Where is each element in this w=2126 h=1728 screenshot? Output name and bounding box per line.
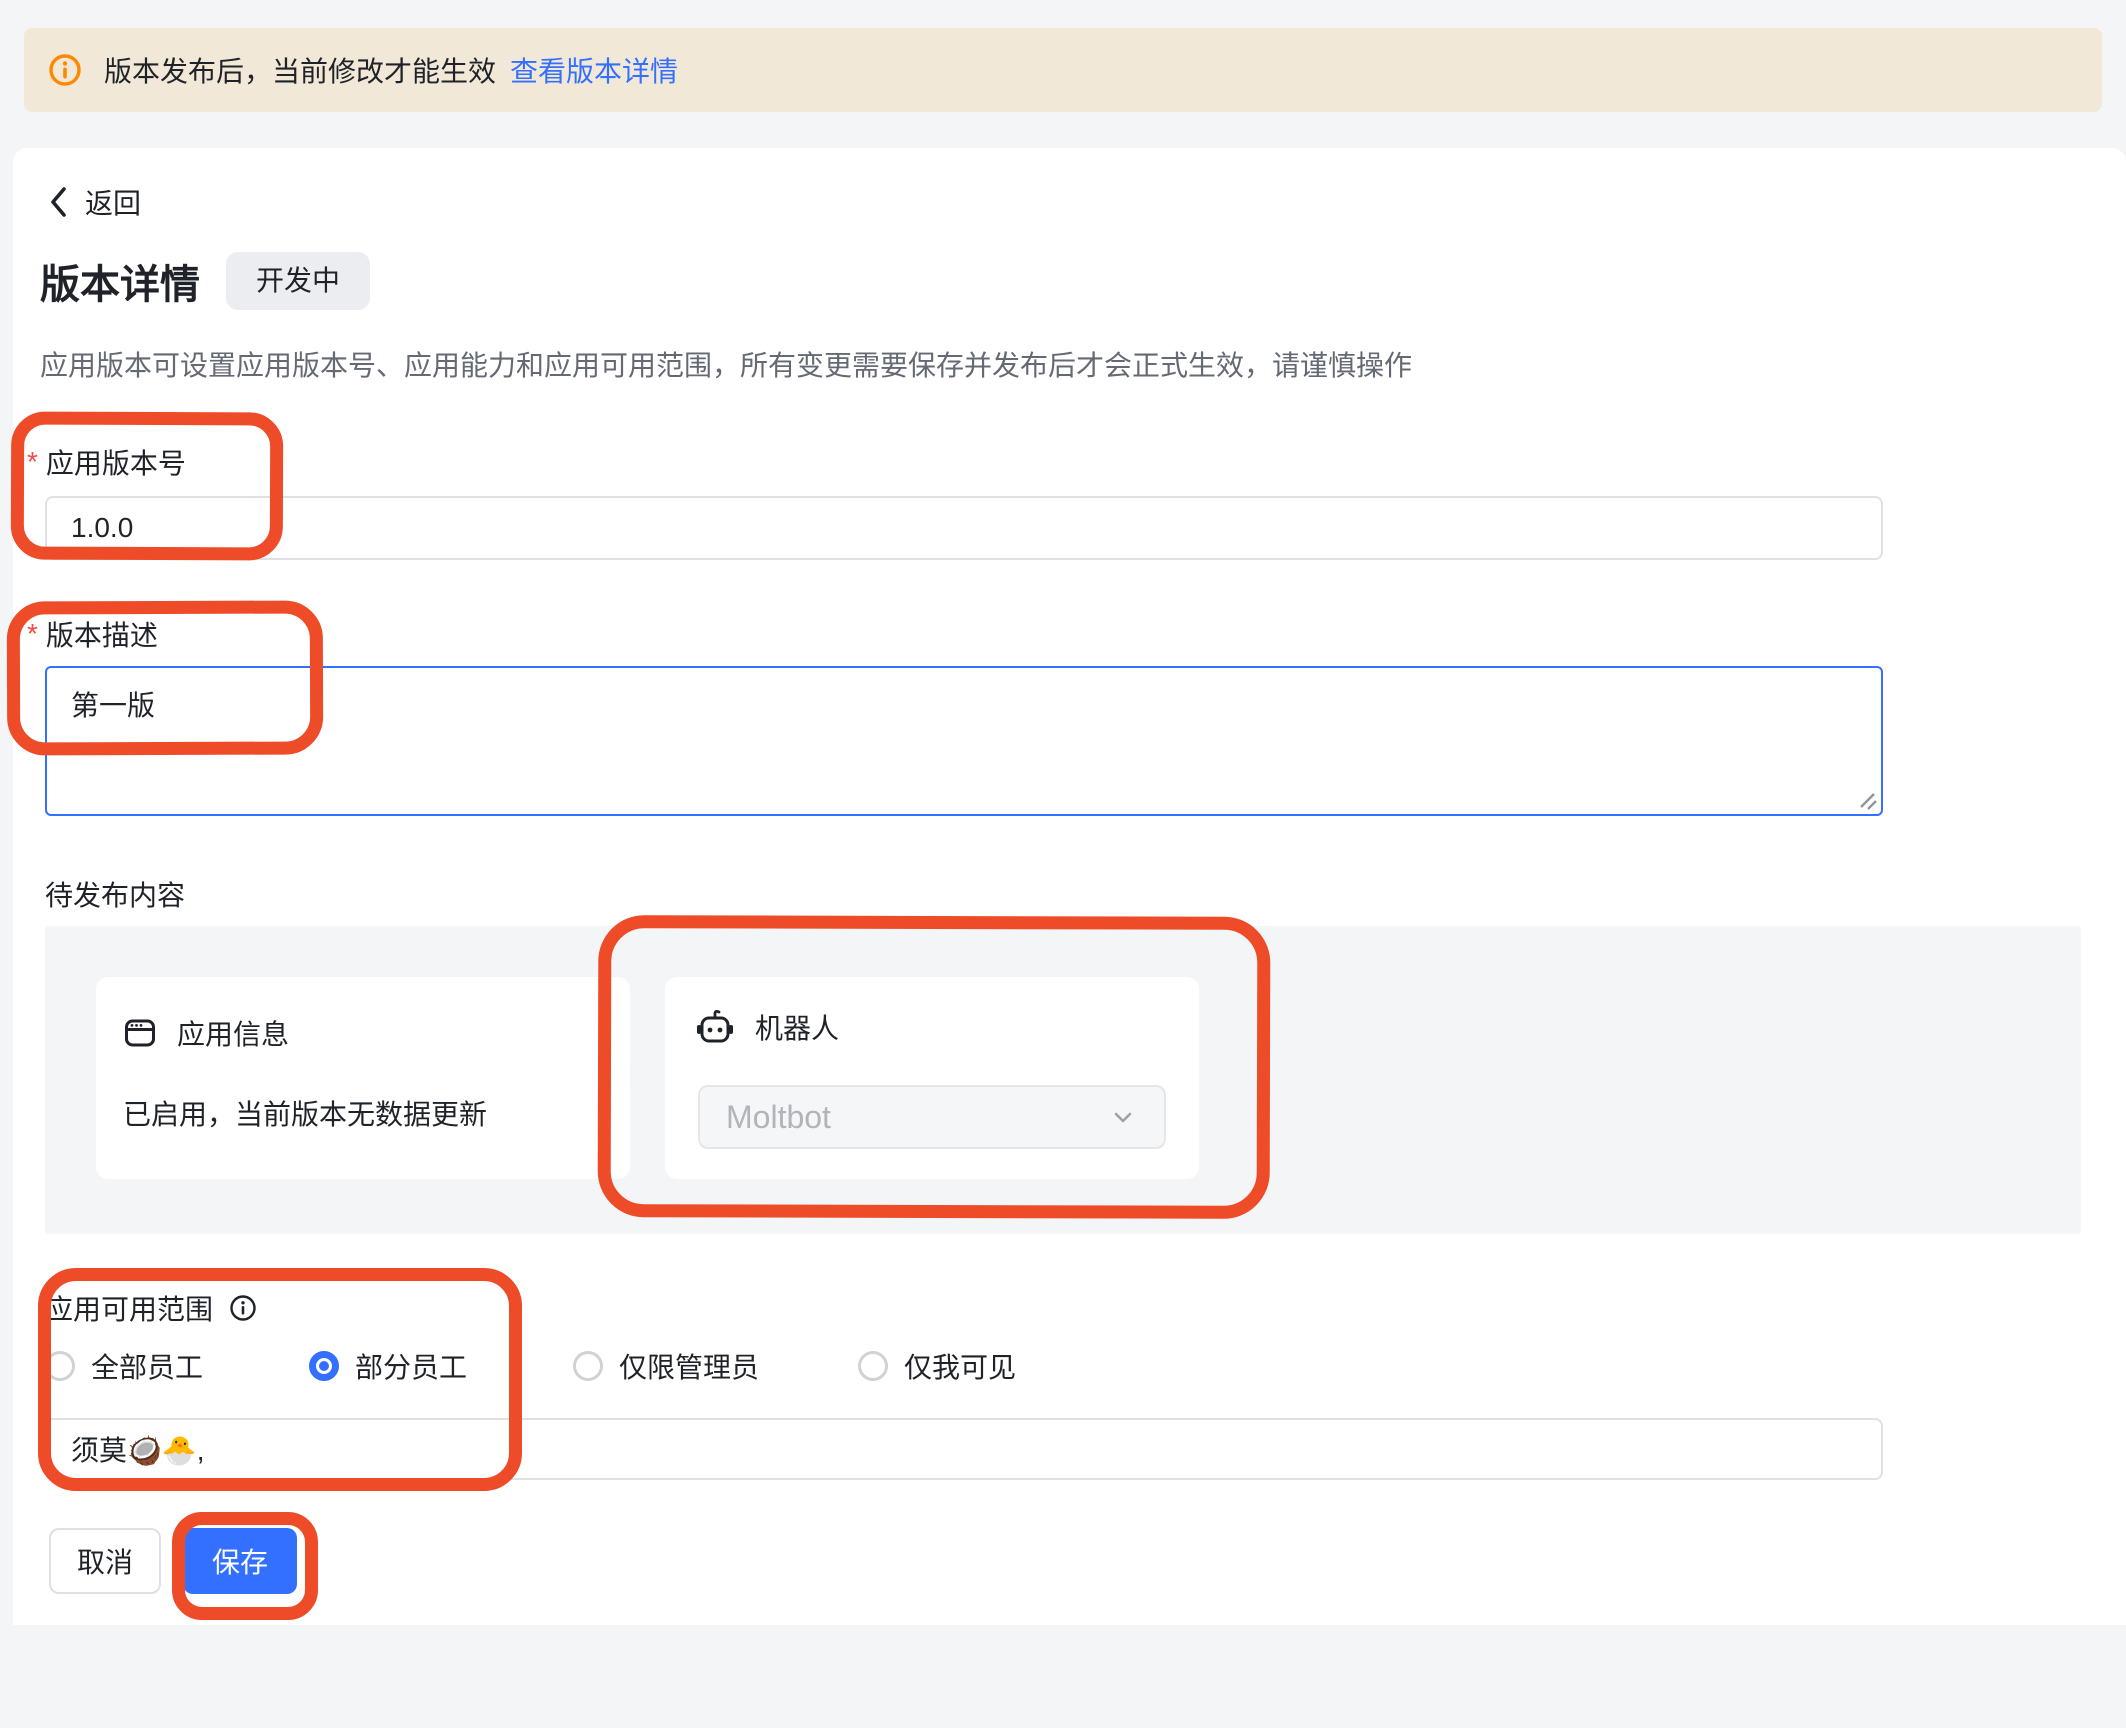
version-detail-panel: 返回 版本详情 开发中 应用版本可设置应用版本号、应用能力和应用可用范围，所有变… [13,148,2126,1625]
card-title: 机器人 [755,1007,839,1047]
robot-icon [695,1007,735,1047]
radio-icon[interactable] [573,1351,603,1381]
radio-option-partial-staff[interactable]: 部分员工 [309,1346,467,1386]
scope-members-value: 须莫🥥🐣, [71,1429,205,1469]
scope-label: 应用可用范围 [45,1288,213,1328]
page-title: 版本详情 [40,252,200,310]
status-badge: 开发中 [226,252,370,310]
screen: 版本发布后，当前修改才能生效 查看版本详情 返回 版本详情 开发中 应用版本可设… [0,0,2126,1728]
radio-icon[interactable] [309,1351,339,1381]
card-title: 应用信息 [177,1013,289,1053]
back-button[interactable]: 返回 [47,184,141,220]
info-circle-icon [48,53,82,87]
robot-card: 机器人 Moltbot [665,977,1199,1179]
version-number-value: 1.0.0 [71,512,133,544]
pending-section-label: 待发布内容 [45,874,185,914]
back-label: 返回 [85,182,141,222]
app-info-card: 应用信息 已启用，当前版本无数据更新 [96,977,630,1179]
version-desc-value: 第一版 [71,690,155,721]
radio-icon[interactable] [858,1351,888,1381]
robot-select[interactable]: Moltbot [698,1085,1166,1149]
card-status-text: 已启用，当前版本无数据更新 [123,1093,487,1133]
version-desc-textarea[interactable]: 第一版 [45,666,1883,816]
scope-label-row: 应用可用范围 [45,1288,257,1328]
app-window-icon [123,1016,157,1050]
banner-text: 版本发布后，当前修改才能生效 [104,50,496,90]
robot-select-value: Moltbot [726,1099,1108,1136]
version-desc-label: * 版本描述 [27,614,158,654]
required-asterisk: * [27,618,38,650]
save-button[interactable]: 保存 [183,1528,297,1594]
radio-icon[interactable] [45,1351,75,1381]
chevron-down-icon [1108,1102,1138,1132]
radio-option-only-me[interactable]: 仅我可见 [858,1346,1016,1386]
notice-banner: 版本发布后，当前修改才能生效 查看版本详情 [24,28,2102,112]
title-row: 版本详情 开发中 [40,252,370,310]
version-number-input[interactable]: 1.0.0 [45,496,1883,560]
info-circle-icon[interactable] [229,1294,257,1322]
radio-option-all-staff[interactable]: 全部员工 [45,1346,203,1386]
pending-section: 应用信息 已启用，当前版本无数据更新 机器人 Moltbot [45,926,2081,1234]
version-number-label: * 应用版本号 [27,442,186,482]
scope-members-input[interactable]: 须莫🥥🐣, [45,1418,1883,1480]
cancel-button[interactable]: 取消 [49,1528,161,1594]
required-asterisk: * [27,446,38,478]
page-description: 应用版本可设置应用版本号、应用能力和应用可用范围，所有变更需要保存并发布后才会正… [40,344,1412,384]
banner-link[interactable]: 查看版本详情 [510,50,678,90]
resize-grip-icon[interactable] [1852,785,1878,811]
radio-option-admin-only[interactable]: 仅限管理员 [573,1346,759,1386]
chevron-left-icon [47,184,69,220]
